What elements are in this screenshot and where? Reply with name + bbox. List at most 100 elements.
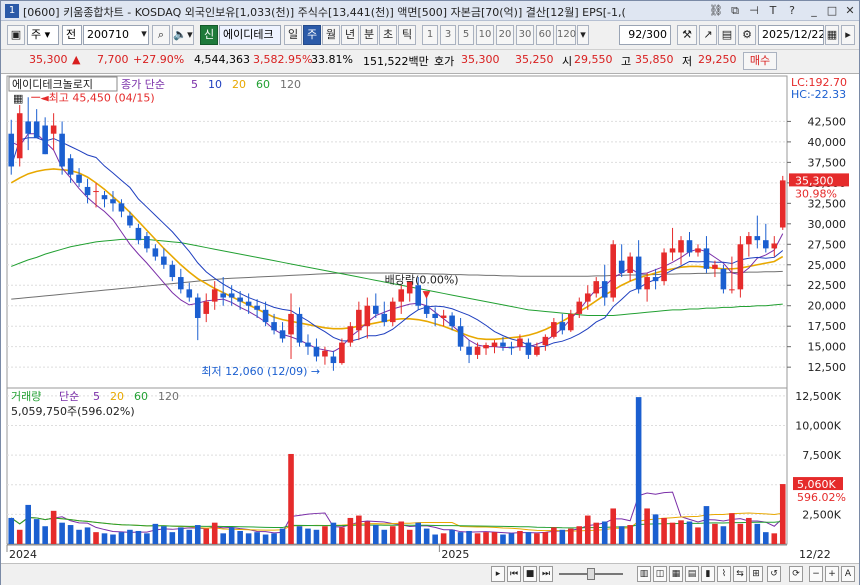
line-icon[interactable]: ⌇ xyxy=(717,566,731,582)
chart-type-icon[interactable]: ⊞ xyxy=(749,566,763,582)
close-icon[interactable]: ✕ xyxy=(843,4,857,18)
zoom-in-icon[interactable]: + xyxy=(825,566,839,582)
compare-icon[interactable]: ⇆ xyxy=(733,566,747,582)
save-icon[interactable]: ▤ xyxy=(718,25,736,45)
dividend-marker-icon: ▼ xyxy=(423,290,431,301)
chart-window: 1 [0600] 키움종합차트 - KOSDAQ 외국인보유[1,033(천)]… xyxy=(0,0,860,585)
interval-10-button[interactable]: 10 xyxy=(476,25,494,45)
period-month-button[interactable]: 월 xyxy=(322,25,340,45)
volume-bar xyxy=(737,523,744,544)
settings-tool-icon[interactable]: ⚒ xyxy=(677,25,697,45)
date-input[interactable]: 2025/12/22 xyxy=(758,25,824,45)
layout-icon[interactable]: ▥ xyxy=(637,566,651,582)
link-icon[interactable]: ⛓ xyxy=(709,4,723,18)
volume-bar xyxy=(729,513,735,544)
minimize-icon[interactable]: _ xyxy=(807,4,821,18)
period-tick-button[interactable]: 틱 xyxy=(398,25,416,45)
type-select[interactable]: 전 xyxy=(62,25,82,45)
draw-tool-icon[interactable]: ↗ xyxy=(699,25,717,45)
volume-bar xyxy=(237,530,243,544)
volume-bar xyxy=(618,526,625,544)
interval-30-button[interactable]: 30 xyxy=(516,25,534,45)
period-year-button[interactable]: 년 xyxy=(341,25,359,45)
copy-icon[interactable]: ⧉ xyxy=(728,4,742,18)
price-tick-label: 12,500 xyxy=(808,361,847,374)
period-second-button[interactable]: 초 xyxy=(379,25,397,45)
interval-1-button[interactable]: 1 xyxy=(422,25,438,45)
grid-icon[interactable]: ▦ xyxy=(669,566,683,582)
hc-label: HC:-22.33 xyxy=(791,88,846,101)
title-bar[interactable]: 1 [0600] 키움종합차트 - KOSDAQ 외국인보유[1,033(천)]… xyxy=(1,1,859,21)
volume-ma-legend-20: 20 xyxy=(110,390,124,403)
chart-area[interactable]: 12,500 15,000 17,500 20,000 22,500 25,000 27,5… xyxy=(1,73,859,563)
candle-body xyxy=(220,293,226,298)
rewind-icon[interactable]: ⏮ xyxy=(507,566,521,582)
candle-body xyxy=(779,180,786,228)
candle-body xyxy=(76,174,82,183)
more-icon[interactable]: ▸ xyxy=(841,25,855,45)
price-tick-label: 40,000 xyxy=(808,136,847,149)
font-size-icon[interactable]: A xyxy=(841,566,855,582)
candle-body xyxy=(135,227,142,241)
refresh-icon[interactable]: ⟳ xyxy=(789,566,803,582)
mode-select[interactable]: 주 ▾ xyxy=(27,25,59,45)
volume-bar xyxy=(652,514,659,544)
bars-icon[interactable]: ▤ xyxy=(685,566,699,582)
interval-dropdown-icon[interactable]: ▾ xyxy=(577,25,589,45)
volume-bar xyxy=(8,517,15,544)
scroll-bar[interactable]: ▸ ⏮ ■ ⏭ ▥ ◫ ▦ ▤ ▮ ⌇ ⇆ ⊞ ↺ ⟳ − + A xyxy=(1,563,859,585)
buy-button[interactable]: 매수 xyxy=(743,52,777,70)
candle-icon[interactable]: ▮ xyxy=(701,566,715,582)
scroll-right-icon[interactable]: ▸ xyxy=(491,566,505,582)
volume-bar xyxy=(389,526,396,544)
stop-icon[interactable]: ■ xyxy=(523,566,537,582)
volume-bar xyxy=(712,523,718,544)
zoom-slider-handle[interactable] xyxy=(587,568,595,580)
volume-bar xyxy=(635,397,642,544)
volume-bar xyxy=(525,532,532,544)
window-title: [0600] 키움종합차트 - KOSDAQ 외국인보유[1,033(천)] 주… xyxy=(23,6,626,19)
price-volume-chart[interactable]: 12,500 15,000 17,500 20,000 22,500 25,000 27,5… xyxy=(1,74,859,564)
sound-icon[interactable]: 🔈▾ xyxy=(172,25,194,45)
data-count-input[interactable]: 92/300 xyxy=(619,25,671,45)
candle-body xyxy=(152,248,159,257)
forward-icon[interactable]: ⏭ xyxy=(539,566,553,582)
candle-body xyxy=(118,203,125,212)
period-week-button[interactable]: 주 xyxy=(303,25,321,45)
pin-icon[interactable]: ⊣ xyxy=(747,4,761,18)
candle-body xyxy=(729,289,735,291)
text-icon[interactable]: T xyxy=(766,4,780,18)
candle-body xyxy=(771,243,778,249)
volume-current-pct-tag: 596.02% xyxy=(797,491,846,504)
new-stock-badge: 신 xyxy=(200,25,218,45)
maximize-icon[interactable]: □ xyxy=(825,4,839,18)
volume-bar xyxy=(67,525,74,544)
interval-120-button[interactable]: 120 xyxy=(556,25,576,45)
code-dropdown-icon[interactable]: ▾ xyxy=(138,25,150,45)
interval-60-button[interactable]: 60 xyxy=(536,25,554,45)
candle-body xyxy=(228,293,235,298)
price-tick-label: 27,500 xyxy=(808,238,847,251)
candle-body xyxy=(186,289,193,298)
volume-bar xyxy=(118,532,125,544)
candle-body xyxy=(652,277,659,282)
calendar-icon[interactable]: ▦ xyxy=(825,25,839,45)
interval-20-button[interactable]: 20 xyxy=(496,25,514,45)
volume-bar xyxy=(296,526,303,544)
gear-icon[interactable]: ⚙ xyxy=(738,25,756,45)
interval-5-button[interactable]: 5 xyxy=(458,25,474,45)
interval-3-button[interactable]: 3 xyxy=(440,25,456,45)
period-minute-button[interactable]: 분 xyxy=(360,25,378,45)
volume-bar xyxy=(245,533,252,544)
split-icon[interactable]: ◫ xyxy=(653,566,667,582)
candle-body xyxy=(542,336,549,346)
help-icon[interactable]: ? xyxy=(785,4,799,18)
chart-menu-icon[interactable]: ▣ xyxy=(7,25,25,45)
search-icon[interactable]: ⌕ xyxy=(152,25,170,45)
history-icon[interactable]: ↺ xyxy=(767,566,781,582)
period-day-button[interactable]: 일 xyxy=(284,25,302,45)
candle-body xyxy=(279,330,286,339)
volume-bar xyxy=(771,533,778,544)
zoom-out-icon[interactable]: − xyxy=(809,566,823,582)
candle-body xyxy=(568,313,574,331)
